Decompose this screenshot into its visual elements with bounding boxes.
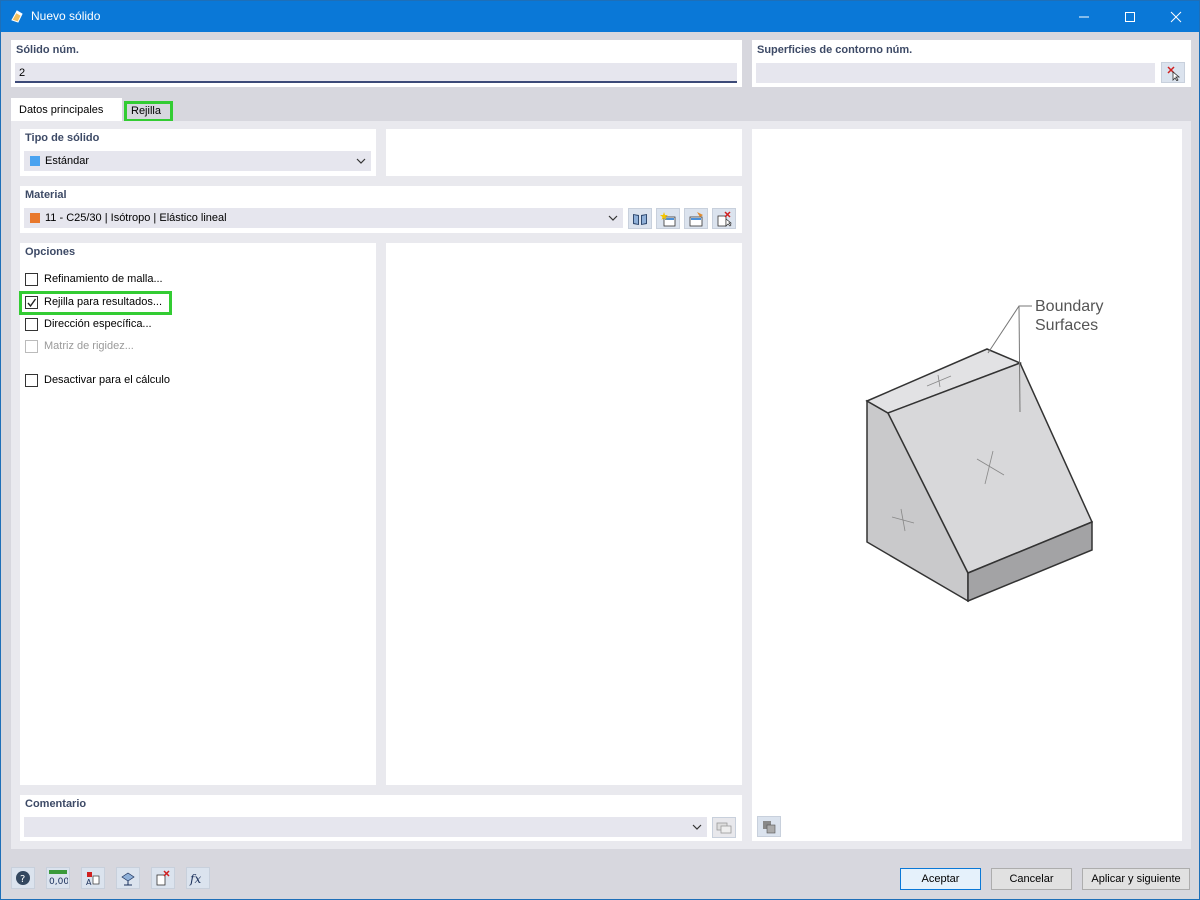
help-icon: ?: [16, 871, 30, 885]
apply-next-button[interactable]: Aplicar y siguiente: [1082, 868, 1190, 890]
checkbox-unchecked[interactable]: [25, 373, 38, 387]
library-icon: [633, 213, 647, 225]
solid-type-panel: Tipo de sólido Estándar: [20, 129, 376, 176]
pick-material-icon: [717, 210, 732, 227]
deactivate-calculation-checkbox[interactable]: Desactivar para el cálculo: [25, 372, 170, 388]
checkbox-unchecked[interactable]: [25, 317, 38, 331]
options-label: Opciones: [25, 246, 76, 258]
view-icon: [121, 872, 135, 886]
new-material-icon: [660, 211, 676, 226]
solid-number-panel: Sólido núm. 2: [11, 40, 742, 87]
empty-panel-middle: [386, 243, 742, 785]
solid-illustration: Boundary Surfaces: [865, 298, 1104, 603]
display-info-button[interactable]: A: [81, 867, 105, 889]
boundary-surfaces-label: Superficies de contorno núm.: [757, 44, 913, 56]
units-button[interactable]: 0,00: [46, 867, 70, 889]
dialog-window: Nuevo sólido Sólido núm. 2 Superficies d…: [0, 0, 1200, 900]
checkbox-checked[interactable]: [25, 295, 38, 309]
empty-panel-top: [386, 129, 742, 176]
comment-input[interactable]: [24, 817, 707, 837]
material-value: 11 - C25/30 | Isótropo | Elástico lineal: [45, 212, 227, 224]
solid-number-input[interactable]: 2: [15, 63, 737, 83]
comment-panel: Comentario: [20, 795, 742, 841]
solid-number-label: Sólido núm.: [16, 44, 79, 56]
solid-type-value: Estándar: [45, 155, 90, 167]
svg-text:?: ?: [20, 874, 25, 885]
new-material-button[interactable]: [656, 208, 680, 229]
ok-button[interactable]: Aceptar: [900, 868, 981, 890]
solid-type-select[interactable]: Estándar: [24, 151, 371, 171]
comment-options-button[interactable]: [712, 817, 736, 838]
mesh-refinement-checkbox[interactable]: Refinamiento de malla...: [25, 271, 163, 287]
window-title: Nuevo sólido: [31, 9, 101, 23]
solid-type-color-swatch: [30, 156, 40, 166]
title-bar[interactable]: Nuevo sólido: [1, 1, 1199, 32]
material-label: Material: [25, 189, 67, 201]
select-material-button[interactable]: [712, 208, 736, 229]
display-settings-icon: [763, 820, 776, 833]
select-objects-button[interactable]: [151, 867, 175, 889]
close-button[interactable]: [1153, 1, 1199, 32]
checkbox-unchecked[interactable]: [25, 272, 38, 286]
svg-text:A: A: [86, 878, 92, 886]
illustration-caption-line2: Surfaces: [1035, 317, 1098, 334]
illustration-caption-line1: Boundary: [1035, 298, 1104, 315]
formula-button[interactable]: fx: [186, 867, 210, 889]
tab-grid[interactable]: Rejilla: [124, 101, 173, 122]
chevron-down-icon: [608, 215, 618, 221]
svg-text:0,00: 0,00: [49, 877, 68, 886]
material-library-button[interactable]: [628, 208, 652, 229]
checkbox-disabled: [25, 339, 38, 353]
help-button[interactable]: ?: [11, 867, 35, 889]
boundary-surfaces-panel: Superficies de contorno núm.: [752, 40, 1191, 87]
comment-label: Comentario: [25, 798, 87, 810]
illustration-panel: Boundary Surfaces: [752, 129, 1182, 841]
chevron-down-icon: [692, 824, 702, 830]
boundary-surfaces-input[interactable]: [756, 63, 1155, 83]
edit-material-button[interactable]: [684, 208, 708, 229]
view-button[interactable]: [116, 867, 140, 889]
illustration-settings-button[interactable]: [757, 816, 781, 837]
edit-material-icon: [689, 211, 703, 226]
pick-surfaces-button[interactable]: [1161, 62, 1185, 83]
stiffness-matrix-checkbox: Matriz de rigidez...: [25, 338, 134, 354]
function-icon: fx: [189, 872, 201, 886]
tab-main-data[interactable]: Datos principales: [11, 98, 122, 122]
material-panel: Material 11 - C25/30 | Isótropo | Elásti…: [20, 186, 742, 233]
solid-app-icon: [9, 8, 25, 24]
pick-objects-icon: [156, 870, 170, 886]
minimize-button[interactable]: [1061, 1, 1107, 32]
chevron-down-icon: [356, 158, 366, 164]
checkmark-icon: [27, 298, 37, 307]
info-display-icon: A: [86, 872, 100, 886]
solid-number-value: 2: [19, 67, 26, 79]
result-grid-checkbox[interactable]: Rejilla para resultados...: [25, 294, 162, 310]
maximize-button[interactable]: [1107, 1, 1153, 32]
material-color-swatch: [30, 213, 40, 223]
svg-text:fx: fx: [189, 872, 201, 886]
solid-type-label: Tipo de sólido: [25, 132, 100, 144]
specific-direction-checkbox[interactable]: Dirección específica...: [25, 316, 152, 332]
close-icon: [1170, 11, 1182, 22]
decimal-icon: 0,00: [49, 870, 68, 886]
cancel-button[interactable]: Cancelar: [991, 868, 1072, 890]
comment-icon: [716, 822, 732, 833]
pick-cursor-icon: [1167, 65, 1181, 81]
material-select[interactable]: 11 - C25/30 | Isótropo | Elástico lineal: [24, 208, 623, 228]
